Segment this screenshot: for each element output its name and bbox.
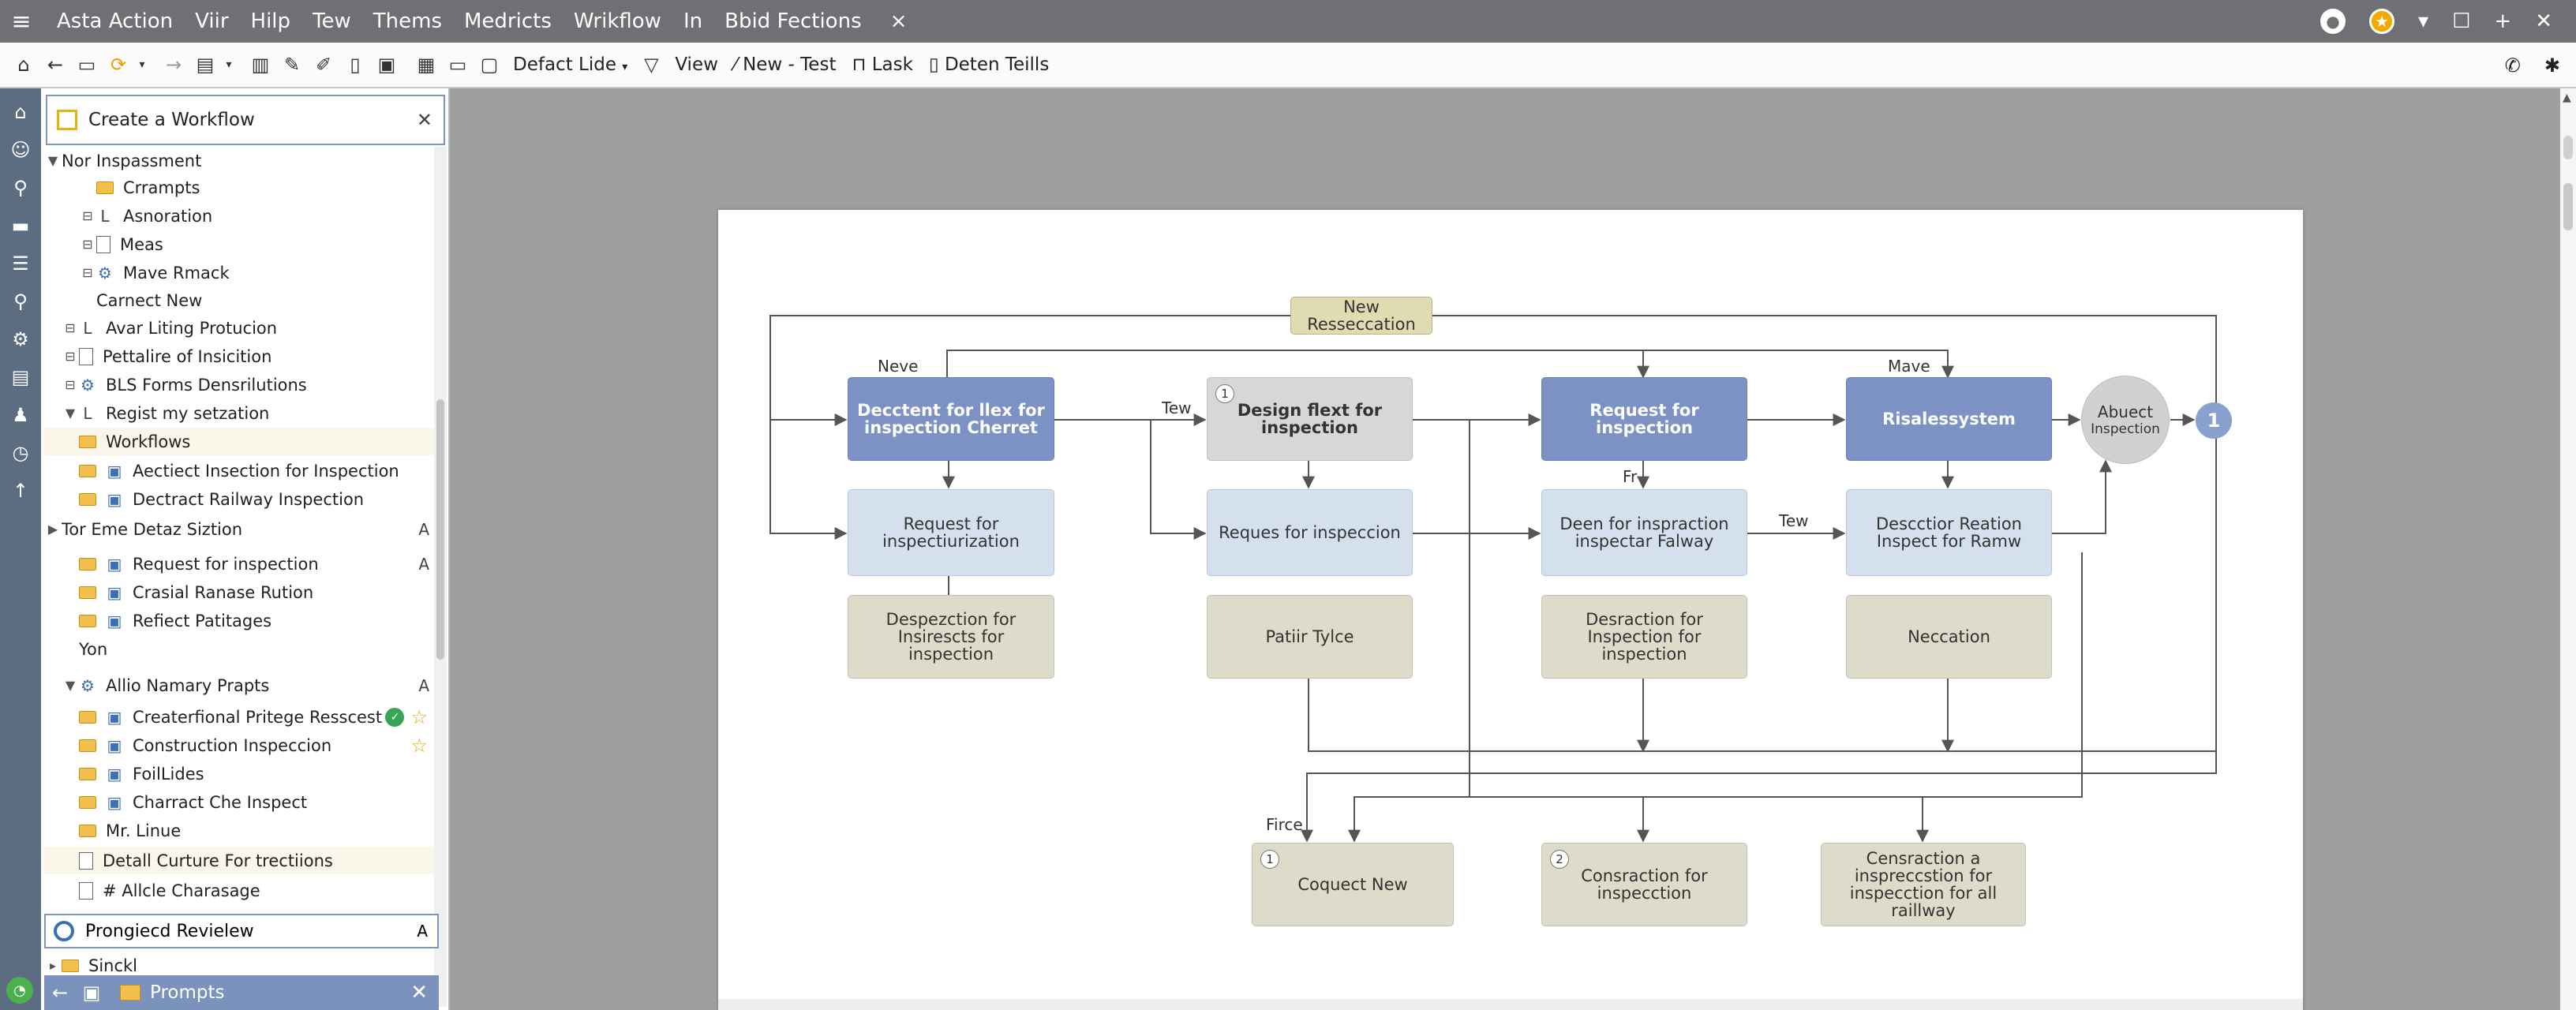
node-text: Coquect New	[1297, 875, 1408, 894]
abuect-inspection-node[interactable]: Abuect Inspection	[2081, 376, 2170, 464]
flow-node-r1-3[interactable]: Request for inspection	[1541, 377, 1747, 461]
node-text: Deen for inspraction inspectar Falway	[1559, 514, 1729, 551]
label-neve: Neve	[878, 357, 919, 376]
flow-node-r2-3[interactable]: Deen for inspraction inspectar Falway	[1541, 489, 1747, 576]
flow-node-r3-4[interactable]: Neccation	[1846, 595, 2052, 679]
flow-node-r1-1[interactable]: Decctent for llex for inspection Cherret	[848, 377, 1054, 461]
flow-node-r2-4[interactable]: Descctior Reation Inspect for Ramw	[1846, 489, 2052, 576]
node-text: Censraction a inspreccstion for inspecct…	[1849, 849, 1998, 920]
node-subtext: Inspection	[2091, 421, 2160, 437]
node-text: Patiir Tylce	[1265, 627, 1354, 646]
node-text: Desraction for Inspection for inspection	[1586, 610, 1703, 664]
node-text: Request for inspection	[1589, 401, 1699, 437]
node-text: New Resseccation	[1307, 297, 1416, 334]
flow-node-r1-2[interactable]: 1 Design flext for inspection	[1207, 377, 1413, 461]
node-text: Decctent for llex for inspection Cherret	[857, 401, 1045, 437]
new-resseccation-node[interactable]: New Resseccation	[1290, 297, 1432, 335]
step-number: 1	[1260, 850, 1279, 869]
flow-node-r3-1[interactable]: Despezction for Insirescts for inspectio…	[848, 595, 1054, 679]
flow-node-r1-4[interactable]: Risalessystem	[1846, 377, 2052, 461]
node-text: Consraction for inspecction	[1581, 866, 1708, 903]
node-text: Request for inspectiurization	[882, 514, 1020, 551]
label-tew-2: Tew	[1779, 511, 1809, 530]
label-firce: Firce	[1266, 815, 1303, 834]
node-text: Abuect	[2097, 402, 2154, 421]
node-text: Despezction for Insirescts for inspectio…	[886, 610, 1017, 664]
step-number: 1	[1215, 384, 1234, 403]
node-text: Reques for inspeccion	[1219, 523, 1401, 542]
step-number: 2	[1550, 850, 1569, 869]
flow-node-r2-1[interactable]: Request for inspectiurization	[848, 489, 1054, 576]
flow-node-r3-3[interactable]: Desraction for Inspection for inspection	[1541, 595, 1747, 679]
flow-node-r4-1[interactable]: 1 Coquect New	[1252, 843, 1454, 926]
node-text: Design flext for inspection	[1237, 401, 1383, 437]
node-text: Neccation	[1908, 627, 1990, 646]
flow-node-r4-3[interactable]: Censraction a inspreccstion for inspecct…	[1821, 843, 2026, 926]
flow-node-r2-2[interactable]: Reques for inspeccion	[1207, 489, 1413, 576]
label-mave: Mave	[1888, 357, 1930, 376]
label-fr: Fr	[1623, 467, 1638, 486]
end-marker[interactable]: 1	[2196, 402, 2232, 439]
node-text: Risalessystem	[1882, 410, 2016, 428]
flow-node-r4-2[interactable]: 2 Consraction for inspecction	[1541, 843, 1747, 926]
node-text: Descctior Reation Inspect for Ramw	[1875, 514, 2022, 551]
flow-node-r3-2[interactable]: Patiir Tylce	[1207, 595, 1413, 679]
label-tew: Tew	[1162, 398, 1192, 417]
